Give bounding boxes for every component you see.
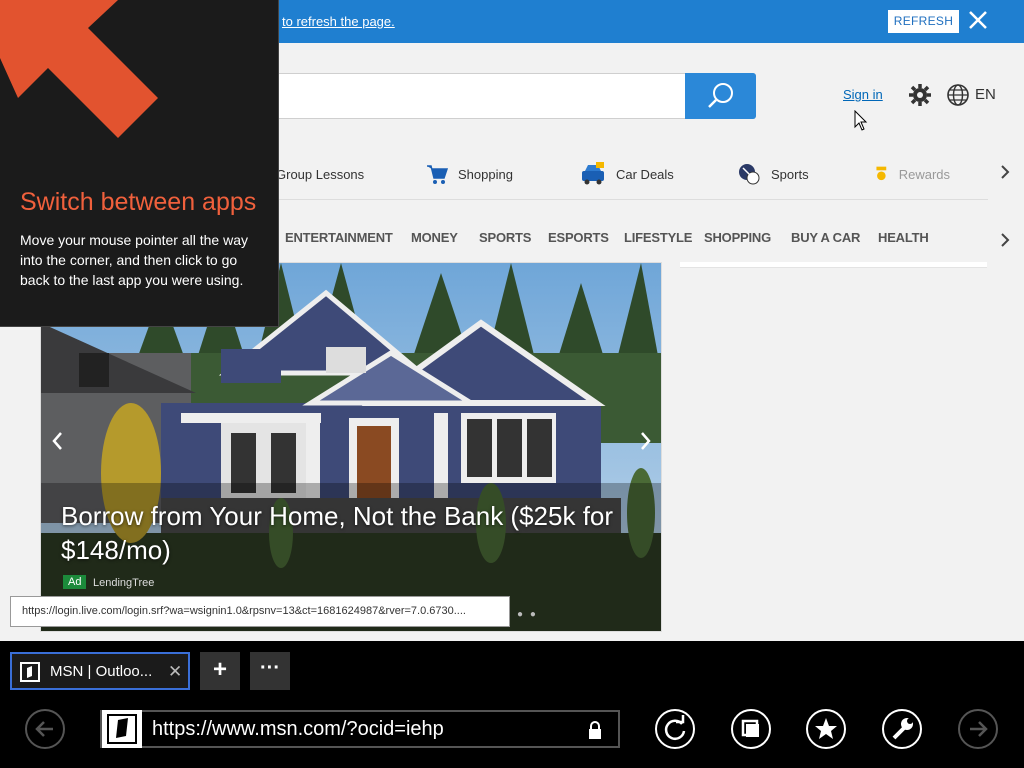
chevron-right-icon[interactable] <box>638 431 652 451</box>
shopping-cart-icon <box>427 165 448 184</box>
browser-window: to refresh the page. REFRESH Sign in EN … <box>0 0 1024 768</box>
arrow-up-left-icon <box>0 0 158 138</box>
quick-link-group-lessons[interactable]: Group Lessons <box>276 160 364 188</box>
nav-item-sports[interactable]: SPORTS <box>479 230 531 245</box>
arrow-left-icon <box>35 721 53 737</box>
refresh-page-button[interactable] <box>655 709 695 749</box>
quick-link-shopping[interactable]: Shopping <box>426 160 513 188</box>
tab-label: MSN | Outloo... <box>50 663 153 680</box>
quick-link-car-deals[interactable]: Car Deals <box>580 160 674 188</box>
rewards-medal-icon <box>876 166 887 181</box>
arrow-right-icon <box>970 721 988 737</box>
chevron-right-icon[interactable] <box>998 163 1012 181</box>
lock-icon[interactable] <box>587 720 603 740</box>
star-icon <box>815 718 837 739</box>
side-card <box>680 262 987 268</box>
back-button[interactable] <box>25 709 65 749</box>
quick-link-sports[interactable]: Sports <box>737 160 809 188</box>
ad-badge: Ad <box>63 575 87 589</box>
carousel-dots[interactable]: ● ● <box>517 609 538 620</box>
mouse-cursor-icon <box>854 110 868 131</box>
nav-item-health[interactable]: HEALTH <box>878 230 929 245</box>
tabs-button[interactable] <box>731 709 771 749</box>
close-icon[interactable] <box>966 8 990 32</box>
address-bar[interactable]: https://www.msn.com/?ocid=iehp <box>100 710 620 748</box>
address-url[interactable]: https://www.msn.com/?ocid=iehp <box>152 718 444 741</box>
tip-body: Move your mouse pointer all the way into… <box>20 232 248 288</box>
car-icon <box>582 162 604 185</box>
quick-link-label: Group Lessons <box>276 166 365 182</box>
quick-link-rewards[interactable]: Rewards <box>874 160 950 188</box>
msn-favicon-icon <box>102 710 142 748</box>
status-url-tooltip: https://login.live.com/login.srf?wa=wsig… <box>10 596 510 627</box>
hero-headline[interactable]: Borrow from Your Home, Not the Bank ($25… <box>61 499 641 567</box>
nav-item-lifestyle[interactable]: LIFESTYLE <box>624 230 692 245</box>
search-input[interactable] <box>262 73 756 119</box>
nav-item-money[interactable]: MONEY <box>411 230 458 245</box>
quick-link-label: Sports <box>771 166 809 182</box>
ad-source[interactable]: LendingTree <box>93 577 154 589</box>
nav-item-entertainment[interactable]: ENTERTAINMENT <box>285 230 393 245</box>
tip-title: Switch between apps <box>20 188 257 216</box>
browser-tab[interactable]: MSN | Outloo... ✕ <box>10 652 190 690</box>
refresh-button[interactable]: REFRESH <box>888 10 959 33</box>
page-tools-button[interactable] <box>882 709 922 749</box>
sign-in-link[interactable]: Sign in <box>843 87 883 102</box>
chevron-right-icon[interactable] <box>998 231 1012 249</box>
tabs-icon <box>741 719 759 737</box>
language-label[interactable]: EN <box>975 86 996 103</box>
favorites-button[interactable] <box>806 709 846 749</box>
sports-ball-icon <box>739 164 760 185</box>
nav-item-buy-a-car[interactable]: BUY A CAR <box>791 230 860 245</box>
msn-favicon-icon <box>20 662 40 682</box>
search-button[interactable] <box>685 73 756 119</box>
close-tab-icon[interactable]: ✕ <box>168 662 182 682</box>
globe-icon[interactable] <box>946 83 970 107</box>
forward-button[interactable] <box>958 709 998 749</box>
quick-link-label: Rewards <box>898 166 950 182</box>
gear-icon[interactable] <box>908 83 932 107</box>
refresh-icon <box>664 715 686 740</box>
quick-link-label: Car Deals <box>616 166 674 182</box>
new-tab-button[interactable]: + <box>200 652 240 690</box>
notification-message[interactable]: to refresh the page. <box>282 14 395 29</box>
wrench-icon <box>892 718 913 740</box>
tab-options-button[interactable]: ··· <box>250 652 290 690</box>
quick-link-label: Shopping <box>458 166 513 182</box>
nav-item-shopping[interactable]: SHOPPING <box>704 230 771 245</box>
chevron-left-icon[interactable] <box>51 431 65 451</box>
search-icon <box>708 83 733 108</box>
nav-item-esports[interactable]: ESPORTS <box>548 230 609 245</box>
switch-apps-tip: Switch between apps Move your mouse poin… <box>0 0 279 327</box>
divider <box>262 199 988 200</box>
